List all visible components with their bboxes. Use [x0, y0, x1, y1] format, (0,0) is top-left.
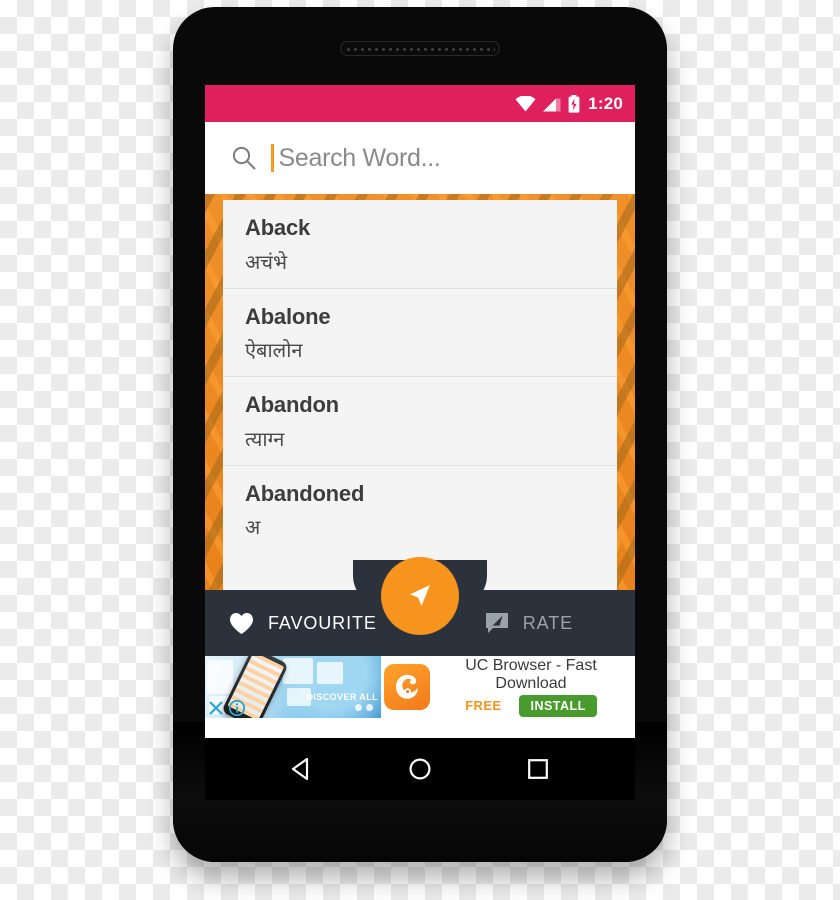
ad-promo-text: DISCOVER ALL: [306, 692, 378, 702]
word-hindi: अचंभे: [245, 251, 288, 274]
page-root: { "device": { "type": "android-phone-moc…: [0, 0, 840, 900]
ad-banner[interactable]: DISCOVER ALL UC Browser - Fast Download …: [205, 656, 635, 718]
status-time: 1:20: [588, 94, 623, 113]
phone-screen: 1:20 Search Word... Aback अचंभे Abalone …: [205, 85, 635, 738]
list-item[interactable]: Abalone ऐबालोन: [223, 289, 617, 377]
rate-label: RATE: [522, 612, 573, 633]
favourite-button[interactable]: FAVOURITE: [229, 612, 377, 635]
list-item[interactable]: Abandon त्याग्न: [223, 377, 617, 466]
word-hindi: त्याग्न: [245, 428, 285, 451]
ad-carousel-dots: [355, 704, 373, 711]
search-input[interactable]: Search Word...: [279, 144, 441, 173]
ad-cta-row: FREE INSTALL: [465, 694, 597, 717]
rate-button[interactable]: RATE: [485, 612, 573, 634]
word-hindi: ऐबालोन: [245, 340, 303, 362]
word-english: Abalone: [245, 303, 331, 329]
phone-device: 1:20 Search Word... Aback अचंभे Abalone …: [173, 7, 667, 862]
list-item[interactable]: Aback अचंभे: [223, 200, 617, 289]
ad-promo-image: DISCOVER ALL: [205, 656, 381, 718]
ad-install-button[interactable]: INSTALL: [519, 694, 597, 717]
info-icon[interactable]: [228, 699, 246, 717]
ad-price-label: FREE: [465, 698, 502, 714]
uc-browser-squirrel-icon: [384, 664, 430, 710]
ad-title: UC Browser - Fast Download: [465, 657, 597, 692]
earpiece-grille: [345, 44, 495, 53]
rate-comment-icon: [485, 613, 508, 633]
send-fab-button[interactable]: [381, 557, 459, 635]
word-english: Abandoned: [245, 480, 365, 506]
search-caret: [271, 144, 274, 172]
word-list[interactable]: Aback अचंभे Abalone ऐबालोन Abandon त्याग…: [205, 194, 635, 590]
ad-controls: [207, 699, 246, 717]
heart-icon: [230, 612, 253, 634]
signal-icon: [543, 98, 561, 111]
home-circle-icon[interactable]: [407, 756, 433, 782]
ad-logo: [381, 664, 433, 710]
favourite-label: FAVOURITE: [268, 612, 377, 633]
android-nav-bar: [205, 738, 635, 800]
recents-square-icon[interactable]: [525, 756, 551, 782]
battery-charging-icon: [568, 94, 580, 113]
wifi-icon: [515, 95, 536, 111]
send-arrow-icon: [410, 585, 430, 606]
search-bar[interactable]: Search Word...: [205, 122, 635, 194]
word-hindi: अ: [245, 517, 261, 539]
word-english: Aback: [245, 215, 311, 240]
earpiece-speaker: [340, 41, 500, 56]
ad-text-block: UC Browser - Fast Download FREE INSTALL: [433, 656, 635, 718]
status-bar: 1:20: [205, 85, 635, 122]
back-triangle-icon[interactable]: [289, 756, 315, 782]
search-icon[interactable]: [231, 145, 257, 171]
bottom-app-bar: FAVOURITE RATE: [205, 557, 635, 656]
close-icon[interactable]: [207, 699, 225, 717]
word-list-card: Aback अचंभे Abalone ऐबालोन Abandon त्याग…: [223, 200, 617, 590]
word-english: Abandon: [245, 392, 339, 417]
list-item[interactable]: Abandoned अ: [223, 466, 617, 554]
